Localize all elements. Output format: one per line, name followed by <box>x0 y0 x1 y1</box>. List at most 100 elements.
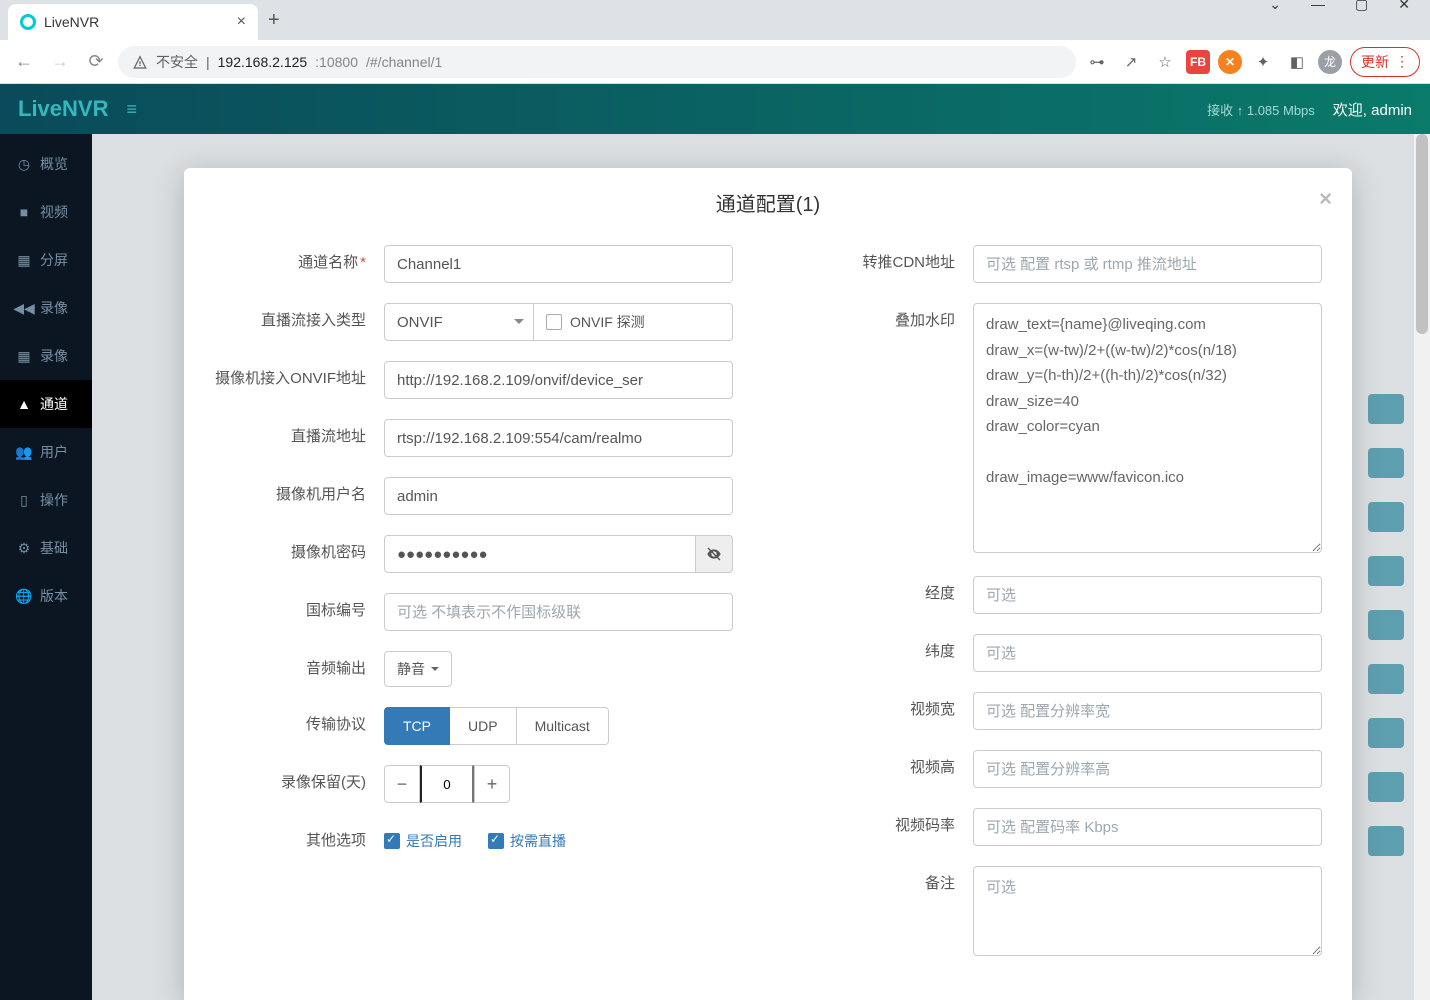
url-input[interactable]: 不安全 | 192.168.2.125:10800/#/channel/1 <box>118 46 1076 78</box>
menu-toggle-icon[interactable]: ≡ <box>126 99 137 120</box>
scrollbar-thumb[interactable] <box>1416 134 1428 334</box>
transport-udp-button[interactable]: UDP <box>450 707 517 745</box>
star-icon[interactable]: ☆ <box>1152 53 1178 71</box>
onvif-addr-label: 摄像机接入ONVIF地址 <box>214 361 384 389</box>
forward-button[interactable]: → <box>46 51 74 72</box>
browser-tab[interactable]: LiveNVR × <box>8 4 258 40</box>
new-tab-button[interactable]: + <box>268 9 280 32</box>
update-button[interactable]: 更新 ⋮ <box>1350 47 1420 77</box>
cam-pw-label: 摄像机密码 <box>214 535 384 563</box>
vh-label: 视频高 <box>803 750 973 778</box>
br-input[interactable] <box>973 808 1322 846</box>
arrow-up-icon: ↑ <box>1237 103 1247 118</box>
modal-title: 通道配置(1) <box>208 188 1328 217</box>
extension-x-icon[interactable]: ✕ <box>1218 50 1242 74</box>
stream-addr-label: 直播流地址 <box>214 419 384 447</box>
lng-input[interactable] <box>973 576 1322 614</box>
transport-tcp-button[interactable]: TCP <box>384 707 450 745</box>
vh-input[interactable] <box>973 750 1322 788</box>
watermark-textarea[interactable] <box>973 303 1322 553</box>
address-bar: ← → ⟳ 不安全 | 192.168.2.125:10800/#/channe… <box>0 40 1430 84</box>
channel-name-label: 通道名称* <box>214 245 384 273</box>
sidebar-item-version[interactable]: 🌐版本 <box>0 572 92 620</box>
channel-name-input[interactable] <box>384 245 733 283</box>
sidebar-item-users[interactable]: 👥用户 <box>0 428 92 476</box>
eye-slash-icon <box>706 546 722 562</box>
back-button[interactable]: ← <box>10 51 38 72</box>
vw-label: 视频宽 <box>803 692 973 720</box>
tab-title: LiveNVR <box>44 14 229 30</box>
users-icon: 👥 <box>16 444 32 461</box>
more-icon: ⋮ <box>1395 53 1409 70</box>
extension-fb-icon[interactable]: FB <box>1186 50 1210 74</box>
profile-avatar[interactable]: 龙 <box>1318 50 1342 74</box>
sidebar: ◷概览 ■视频 ▦分屏 ◀◀录像 ▦录像 ▲通道 👥用户 ▯操作 ⚙基础 🌐版本 <box>0 134 92 1000</box>
record-keep-input[interactable] <box>420 765 474 803</box>
favicon-icon <box>20 14 36 30</box>
insecure-icon <box>132 54 148 70</box>
maximize-icon[interactable]: ▢ <box>1355 0 1368 13</box>
checkbox-icon <box>488 833 504 849</box>
gb-label: 国标编号 <box>214 593 384 621</box>
lat-input[interactable] <box>973 634 1322 672</box>
sidebar-item-split[interactable]: ▦分屏 <box>0 236 92 284</box>
sidebar-item-settings[interactable]: ⚙基础 <box>0 524 92 572</box>
onvif-probe-checkbox[interactable]: ONVIF 探测 <box>534 303 733 341</box>
page-scrollbar[interactable] <box>1414 134 1430 1000</box>
grid-icon: ▦ <box>16 252 32 269</box>
cam-pw-input[interactable] <box>384 535 696 573</box>
audio-dropdown[interactable]: 静音 <box>384 651 452 687</box>
brand-logo: LiveNVR <box>18 96 108 122</box>
insecure-label: 不安全 <box>156 52 198 72</box>
minimize-icon[interactable]: — <box>1311 0 1325 13</box>
other-label: 其他选项 <box>214 823 384 851</box>
close-tab-icon[interactable]: × <box>237 13 246 31</box>
vw-input[interactable] <box>973 692 1322 730</box>
enable-checkbox[interactable]: 是否启用 <box>384 831 462 851</box>
cam-user-label: 摄像机用户名 <box>214 477 384 505</box>
ondemand-checkbox[interactable]: 按需直播 <box>488 831 566 851</box>
br-label: 视频码率 <box>803 808 973 836</box>
calendar-icon: ▦ <box>16 348 32 365</box>
remark-textarea[interactable] <box>973 866 1322 956</box>
gb-input[interactable] <box>384 593 733 631</box>
channel-config-modal: 通道配置(1) × 通道名称* 直 <box>184 168 1352 1000</box>
cdn-input[interactable] <box>973 245 1322 283</box>
sidebar-item-video[interactable]: ■视频 <box>0 188 92 236</box>
sidebar-item-overview[interactable]: ◷概览 <box>0 140 92 188</box>
road-icon: ▲ <box>16 396 32 412</box>
app-header: LiveNVR ≡ 接收 ↑ 1.085 Mbps 欢迎, admin <box>0 84 1430 134</box>
globe-icon: 🌐 <box>16 588 32 605</box>
url-host: 192.168.2.125 <box>218 54 308 70</box>
panel-icon[interactable]: ◧ <box>1284 53 1310 71</box>
extensions-icon[interactable]: ✦ <box>1250 53 1276 71</box>
transport-label: 传输协议 <box>214 707 384 735</box>
file-icon: ▯ <box>16 492 32 509</box>
audio-label: 音频输出 <box>214 651 384 679</box>
remark-label: 备注 <box>803 866 973 894</box>
window-close-icon[interactable]: ✕ <box>1398 0 1410 13</box>
stepper-minus-button[interactable]: − <box>384 765 420 803</box>
access-type-label: 直播流接入类型 <box>214 303 384 331</box>
cam-user-input[interactable] <box>384 477 733 515</box>
watermark-label: 叠加水印 <box>803 303 973 331</box>
chevron-down-icon[interactable]: ⌄ <box>1269 0 1281 13</box>
lng-label: 经度 <box>803 576 973 604</box>
toggle-password-button[interactable] <box>696 535 733 573</box>
onvif-addr-input[interactable] <box>384 361 733 399</box>
sidebar-item-record[interactable]: ◀◀录像 <box>0 284 92 332</box>
cdn-label: 转推CDN地址 <box>803 245 973 273</box>
key-icon[interactable]: ⊶ <box>1084 53 1110 71</box>
stepper-plus-button[interactable]: + <box>474 765 510 803</box>
transport-multicast-button[interactable]: Multicast <box>517 707 609 745</box>
stream-addr-input[interactable] <box>384 419 733 457</box>
reload-button[interactable]: ⟳ <box>82 51 110 72</box>
gauge-icon: ◷ <box>16 156 32 173</box>
modal-close-button[interactable]: × <box>1319 186 1332 212</box>
access-type-select[interactable] <box>384 303 534 341</box>
share-icon[interactable]: ↗ <box>1118 53 1144 71</box>
sidebar-item-record-plan[interactable]: ▦录像 <box>0 332 92 380</box>
sidebar-item-ops[interactable]: ▯操作 <box>0 476 92 524</box>
rewind-icon: ◀◀ <box>16 300 32 317</box>
sidebar-item-channel[interactable]: ▲通道 <box>0 380 92 428</box>
